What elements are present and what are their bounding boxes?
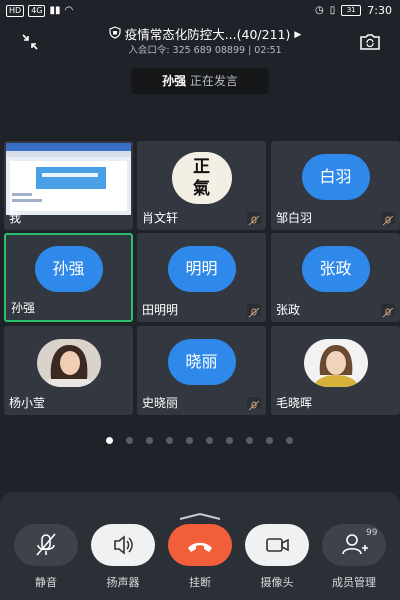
play-arrow-icon: ▶ (294, 29, 302, 40)
participant-name: 张政 (276, 303, 301, 317)
meeting-subtitle: 入会口令: 325 689 08899 | 02:51 (128, 45, 282, 56)
participant-tile[interactable]: 正 氣 肖文轩 (137, 141, 266, 230)
participant-name: 肖文轩 (142, 211, 179, 225)
participant-tile[interactable]: 杨小莹 (4, 326, 133, 415)
camera-switch-icon[interactable] (358, 32, 382, 52)
page-dot[interactable] (106, 437, 113, 444)
hd-badge: HD (6, 5, 25, 17)
participant-name: 田明明 (142, 303, 179, 317)
participant-tile[interactable]: 白羽 邹白羽 (271, 141, 400, 230)
participant-tile-self[interactable]: 我 (4, 141, 133, 230)
page-dot[interactable] (226, 437, 233, 444)
page-indicator (101, 437, 299, 445)
participant-name: 毛晓晖 (276, 396, 313, 410)
wifi-icon: ◠ (64, 5, 74, 16)
expand-handle-icon[interactable] (176, 505, 224, 520)
hangup-label: 挂断 (189, 576, 211, 589)
mute-button[interactable] (14, 524, 78, 566)
participant-name: 杨小莹 (9, 396, 46, 410)
hangup-button[interactable] (168, 524, 232, 566)
speaker-status: 正在发言 (189, 74, 238, 88)
vibrate-icon: ▯ (329, 4, 336, 16)
initials-avatar: 晓丽 (167, 338, 236, 385)
participant-name: 孙强 (11, 301, 36, 315)
page-dot[interactable] (126, 437, 133, 444)
speaker-button[interactable] (91, 524, 155, 566)
participant-name: 我 (9, 211, 22, 225)
page-dot[interactable] (206, 437, 213, 444)
mic-muted-icon (36, 533, 56, 556)
status-bar: HD 4G ▮▮ ◠ ◷ ▯ 31 7:30 (0, 0, 400, 22)
mute-label: 静音 (35, 576, 57, 589)
minimize-icon[interactable] (20, 32, 40, 52)
shield-icon (109, 26, 121, 43)
page-dot[interactable] (266, 437, 273, 444)
member-count-badge: 99 (366, 528, 378, 538)
meeting-title: 疫情常态化防控大...(40/211) (124, 26, 291, 42)
initials-avatar: 张政 (301, 245, 370, 292)
speaker-icon (114, 535, 133, 555)
participant-tile[interactable]: 张政 张政 (271, 233, 400, 322)
participant-tile-active-speaker[interactable]: 孙强 孙强 (4, 233, 133, 322)
camera-icon (266, 538, 289, 552)
page-dot[interactable] (166, 437, 173, 444)
speaker-name: 孙强 (162, 74, 187, 88)
participant-tile[interactable]: 毛晓晖 (271, 326, 400, 415)
initials-avatar: 孙强 (34, 246, 103, 292)
signal-icon: ▮▮ (49, 5, 61, 16)
battery-icon: 31 (341, 5, 362, 16)
meeting-info[interactable]: 疫情常态化防控大...(40/211) ▶ 入会口令: 325 689 0889… (80, 26, 330, 58)
initials-avatar: 白羽 (301, 153, 370, 200)
participant-tile[interactable]: 明明 田明明 (137, 233, 266, 322)
screen-share-thumbnail (6, 143, 131, 215)
clock: 7:30 (367, 4, 392, 17)
speaker-label: 扬声器 (106, 576, 140, 589)
profile-photo (303, 339, 368, 388)
profile-photo (36, 339, 101, 388)
meeting-header: 疫情常态化防控大...(40/211) ▶ 入会口令: 325 689 0889… (0, 22, 400, 60)
participant-name: 邹白羽 (276, 211, 313, 225)
participant-name: 史晓丽 (142, 396, 179, 410)
camera-button[interactable] (245, 524, 309, 566)
initials-avatar: 明明 (167, 245, 236, 292)
participant-grid: 我 正 氣 肖文轩 白羽 邹白羽 孙强 孙强 明明 田明明 张政 张政 杨小莹 … (4, 141, 400, 415)
alarm-icon: ◷ (315, 4, 324, 16)
calligraphy-avatar: 正 氣 (171, 152, 232, 205)
mic-muted-icon (247, 304, 261, 318)
page-dot[interactable] (246, 437, 253, 444)
mic-muted-icon (247, 212, 261, 226)
battery-indicator: 31 (341, 5, 362, 16)
mic-muted-icon (381, 304, 395, 318)
participant-tile[interactable]: 晓丽 史晓丽 (137, 326, 266, 415)
speaking-indicator: 孙强 正在发言 (131, 68, 269, 94)
mic-muted-icon (381, 212, 395, 226)
members-label: 成员管理 (332, 576, 376, 589)
mic-muted-icon (247, 397, 261, 411)
network-badge: 4G (28, 5, 46, 17)
camera-label: 摄像头 (260, 576, 294, 589)
page-dot[interactable] (186, 437, 193, 444)
hangup-icon (188, 542, 212, 552)
page-dot[interactable] (146, 437, 153, 444)
page-dot[interactable] (286, 437, 293, 444)
